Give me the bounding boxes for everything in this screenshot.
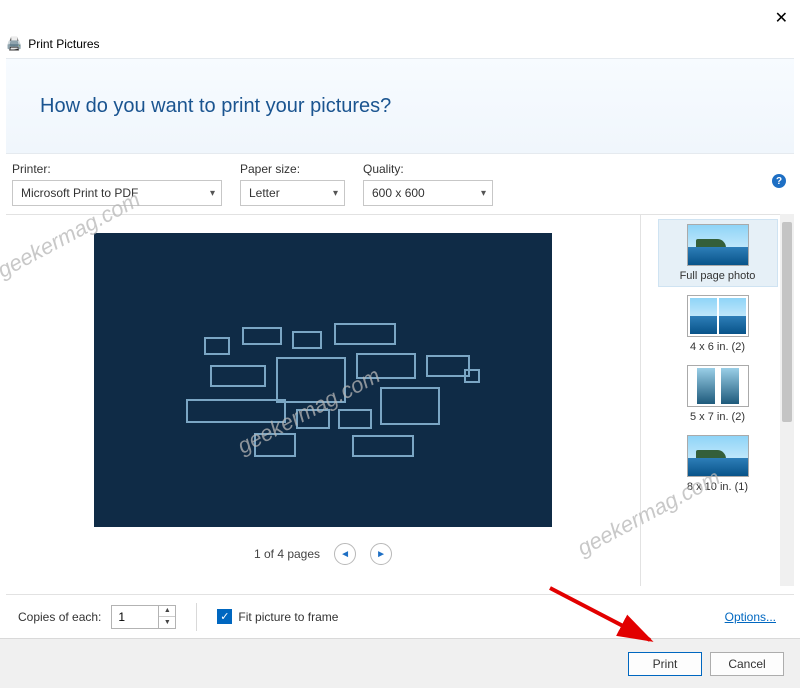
help-icon[interactable]: ? (772, 174, 786, 188)
copies-input[interactable] (111, 605, 159, 629)
window-title: Print Pictures (28, 37, 99, 51)
layout-4x6-thumb (687, 295, 749, 337)
pager: 1 of 4 pages ◄ ► (254, 543, 392, 565)
next-page-button[interactable]: ► (370, 543, 392, 565)
layout-4x6[interactable]: 4 x 6 in. (2) (658, 291, 778, 357)
print-button[interactable]: Print (628, 652, 702, 676)
layout-8x10[interactable]: 8 x 10 in. (1) (658, 431, 778, 497)
layout-5x7-thumb (687, 365, 749, 407)
header-banner: How do you want to print your pictures? (6, 58, 794, 154)
copies-spinner: ▲ ▼ (111, 605, 176, 629)
print-options-row: Printer: Microsoft Print to PDF Paper si… (12, 162, 788, 206)
layout-full-page-thumb (687, 224, 749, 266)
fit-to-frame-checkbox[interactable]: ✓ Fit picture to frame (217, 609, 338, 624)
printer-field: Printer: Microsoft Print to PDF (12, 162, 222, 206)
previous-page-button[interactable]: ◄ (334, 543, 356, 565)
layout-5x7[interactable]: 5 x 7 in. (2) (658, 361, 778, 427)
printer-label: Printer: (12, 162, 222, 176)
options-link[interactable]: Options... (725, 610, 776, 624)
preview-pane: 1 of 4 pages ◄ ► (6, 215, 640, 586)
paper-size-field: Paper size: Letter (240, 162, 345, 206)
main-area: 1 of 4 pages ◄ ► Full page photo 4 x 6 i… (6, 214, 794, 586)
paper-size-value: Letter (249, 186, 280, 200)
quality-label: Quality: (363, 162, 493, 176)
checkbox-checked-icon: ✓ (217, 609, 232, 624)
action-bar: Print Cancel (0, 638, 800, 688)
bottom-bar: Copies of each: ▲ ▼ ✓ Fit picture to fra… (6, 594, 794, 638)
quality-value: 600 x 600 (372, 186, 425, 200)
copies-label: Copies of each: (18, 610, 101, 624)
layout-full-page[interactable]: Full page photo (658, 219, 778, 287)
layout-8x10-label: 8 x 10 in. (1) (687, 481, 748, 493)
printer-select[interactable]: Microsoft Print to PDF (12, 180, 222, 206)
scrollbar-thumb[interactable] (782, 222, 792, 422)
layout-5x7-label: 5 x 7 in. (2) (690, 411, 745, 423)
fit-to-frame-label: Fit picture to frame (238, 610, 338, 624)
layout-8x10-thumb (687, 435, 749, 477)
pager-label: 1 of 4 pages (254, 547, 320, 561)
titlebar: 🖨️ Print Pictures (6, 36, 100, 52)
paper-size-label: Paper size: (240, 162, 345, 176)
quality-field: Quality: 600 x 600 (363, 162, 493, 206)
page-heading: How do you want to print your pictures? (40, 95, 391, 118)
quality-select[interactable]: 600 x 600 (363, 180, 493, 206)
copies-increment[interactable]: ▲ (159, 606, 175, 617)
copies-decrement[interactable]: ▼ (159, 617, 175, 628)
layout-pane: Full page photo 4 x 6 in. (2) 5 x 7 in. … (640, 215, 794, 586)
cancel-button[interactable]: Cancel (710, 652, 784, 676)
layout-full-page-label: Full page photo (680, 270, 756, 282)
layout-4x6-label: 4 x 6 in. (2) (690, 341, 745, 353)
paper-size-select[interactable]: Letter (240, 180, 345, 206)
printer-value: Microsoft Print to PDF (21, 186, 138, 200)
close-icon[interactable]: ✕ (775, 8, 788, 28)
printer-icon: 🖨️ (6, 36, 22, 52)
separator (196, 603, 197, 631)
layout-scrollbar[interactable] (780, 214, 794, 586)
preview-image (94, 233, 552, 527)
